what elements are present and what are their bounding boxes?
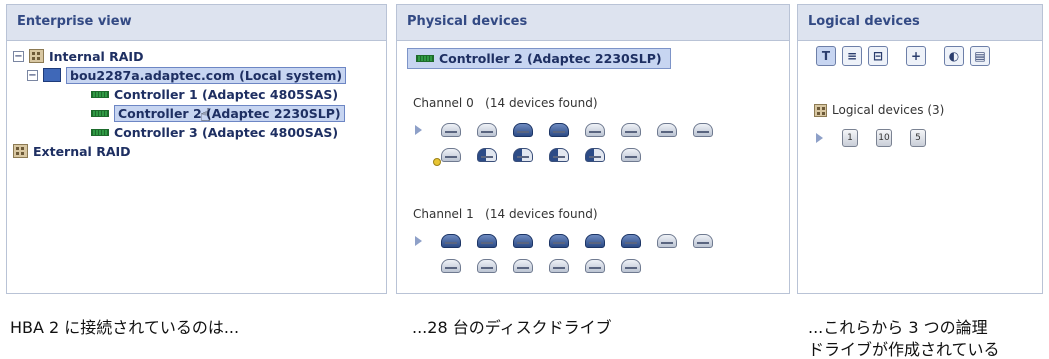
toolbar-separator	[894, 46, 900, 66]
toolbar-separator	[932, 46, 938, 66]
channel-name: Channel 1	[413, 207, 474, 221]
text-view-button[interactable]: T	[816, 46, 836, 66]
properties-button[interactable]: ◐	[944, 46, 964, 66]
channel-count: (14 devices found)	[485, 96, 598, 110]
create-logical-device-button[interactable]: +	[906, 46, 926, 66]
tree-item-label: bou2287a.adaptec.com (Local system)	[66, 66, 347, 84]
disk-drive-icon[interactable]	[657, 123, 677, 137]
disk-drive-icon[interactable]	[513, 234, 533, 248]
disk-drive-icon[interactable]	[441, 148, 461, 162]
disk-drive-icon[interactable]	[585, 148, 605, 162]
controller-icon	[91, 128, 109, 136]
disk-drive-icon[interactable]	[513, 123, 533, 137]
disk-drive-icon[interactable]	[549, 123, 569, 137]
caption-middle: ...28 台のディスクドライブ	[412, 318, 612, 337]
disk-drive-icon[interactable]	[621, 123, 641, 137]
channel-name: Channel 0	[413, 96, 474, 110]
logical-devices-summary: Logical devices (3)	[814, 103, 944, 117]
disk-drive-icon[interactable]	[549, 259, 569, 273]
logical-drive-icon[interactable]: 1	[842, 129, 858, 147]
physical-devices-title: Physical devices	[397, 5, 789, 41]
computer-icon	[43, 68, 61, 82]
logical-devices-title: Logical devices	[798, 5, 1042, 41]
disk-drive-icon[interactable]	[477, 123, 497, 137]
tree-item-label: Controller 2 (Adaptec 2230SLP)	[114, 104, 345, 122]
building-icon	[29, 49, 44, 63]
disk-drive-icon[interactable]	[477, 234, 497, 248]
logical-drive-icon[interactable]: 5	[910, 129, 926, 147]
hotspare-icon	[433, 158, 441, 166]
building-icon	[13, 144, 28, 158]
tree-item-label: External RAID	[33, 143, 131, 159]
disk-drive-icon[interactable]	[585, 123, 605, 137]
mouse-cursor-icon: ☝	[200, 105, 211, 126]
tree-item-local-system[interactable]: − bou2287a.adaptec.com (Local system)	[27, 66, 347, 84]
channel-0-label: Channel 0 (14 devices found)	[413, 96, 598, 110]
tree-item-controller-3[interactable]: Controller 3 (Adaptec 4800SAS)	[91, 123, 338, 141]
details-view-button[interactable]: ⊟	[868, 46, 888, 66]
selected-controller-label: Controller 2 (Adaptec 2230SLP)	[439, 50, 662, 66]
disk-drive-icon[interactable]	[441, 123, 461, 137]
channel-count: (14 devices found)	[485, 207, 598, 221]
tree-item-external-raid[interactable]: External RAID	[13, 142, 131, 160]
tree-item-label: Internal RAID	[49, 48, 144, 64]
physical-devices-panel: Physical devices Controller 2 (Adaptec 2…	[396, 4, 790, 294]
disk-drive-icon[interactable]	[549, 148, 569, 162]
tree-item-controller-2[interactable]: Controller 2 (Adaptec 2230SLP)	[91, 104, 345, 122]
channel-1-label: Channel 1 (14 devices found)	[413, 207, 598, 221]
disk-drive-icon[interactable]	[441, 234, 461, 248]
disk-drive-icon[interactable]	[621, 259, 641, 273]
expand-arrow-icon[interactable]	[415, 236, 422, 246]
collapse-icon[interactable]: −	[27, 69, 38, 81]
selected-controller[interactable]: Controller 2 (Adaptec 2230SLP)	[407, 47, 671, 69]
disk-drive-icon[interactable]	[549, 234, 569, 248]
disk-drive-icon[interactable]	[657, 234, 677, 248]
logical-drive-icon[interactable]: 10	[876, 129, 892, 147]
logical-devices-icon	[814, 103, 827, 117]
disk-drive-icon[interactable]	[693, 123, 713, 137]
enterprise-view-panel: Enterprise view − Internal RAID − bou228…	[6, 4, 387, 294]
enterprise-view-title: Enterprise view	[7, 5, 386, 41]
collapse-icon[interactable]: −	[13, 50, 24, 62]
disk-drive-icon[interactable]	[621, 148, 641, 162]
caption-left: HBA 2 に接続されているのは...	[10, 318, 240, 337]
logical-toolbar: T ≡ ⊟ + ◐ ▤	[798, 41, 1042, 66]
delete-button[interactable]: ▤	[970, 46, 990, 66]
tree-item-label: Controller 1 (Adaptec 4805SAS)	[114, 86, 339, 102]
logical-devices-panel: Logical devices T ≡ ⊟ + ◐ ▤ Logical devi…	[797, 4, 1043, 294]
selected-controller-bar: Controller 2 (Adaptec 2230SLP)	[397, 45, 789, 71]
caption-right-line1: ...これらから 3 つの論理	[808, 318, 988, 337]
caption-right-line2: ドライブが作成されている	[808, 340, 1000, 359]
disk-drive-icon[interactable]	[585, 234, 605, 248]
controller-icon	[416, 54, 434, 62]
disk-drive-icon[interactable]	[693, 234, 713, 248]
controller-icon	[91, 109, 109, 117]
disk-drive-icon[interactable]	[441, 259, 461, 273]
tree-item-internal-raid[interactable]: − Internal RAID	[13, 47, 143, 65]
disk-drive-icon[interactable]	[585, 259, 605, 273]
disk-drive-icon[interactable]	[513, 148, 533, 162]
disk-drive-icon[interactable]	[621, 234, 641, 248]
disk-drive-icon[interactable]	[477, 148, 497, 162]
tree-item-label: Controller 3 (Adaptec 4800SAS)	[114, 124, 339, 140]
expand-arrow-icon[interactable]	[816, 133, 823, 143]
tree-item-controller-1[interactable]: Controller 1 (Adaptec 4805SAS)	[91, 85, 338, 103]
logical-devices-summary-label: Logical devices (3)	[832, 103, 945, 117]
disk-drive-icon[interactable]	[513, 259, 533, 273]
disk-drive-icon[interactable]	[477, 259, 497, 273]
controller-icon	[91, 90, 109, 98]
list-view-button[interactable]: ≡	[842, 46, 862, 66]
expand-arrow-icon[interactable]	[415, 125, 422, 135]
